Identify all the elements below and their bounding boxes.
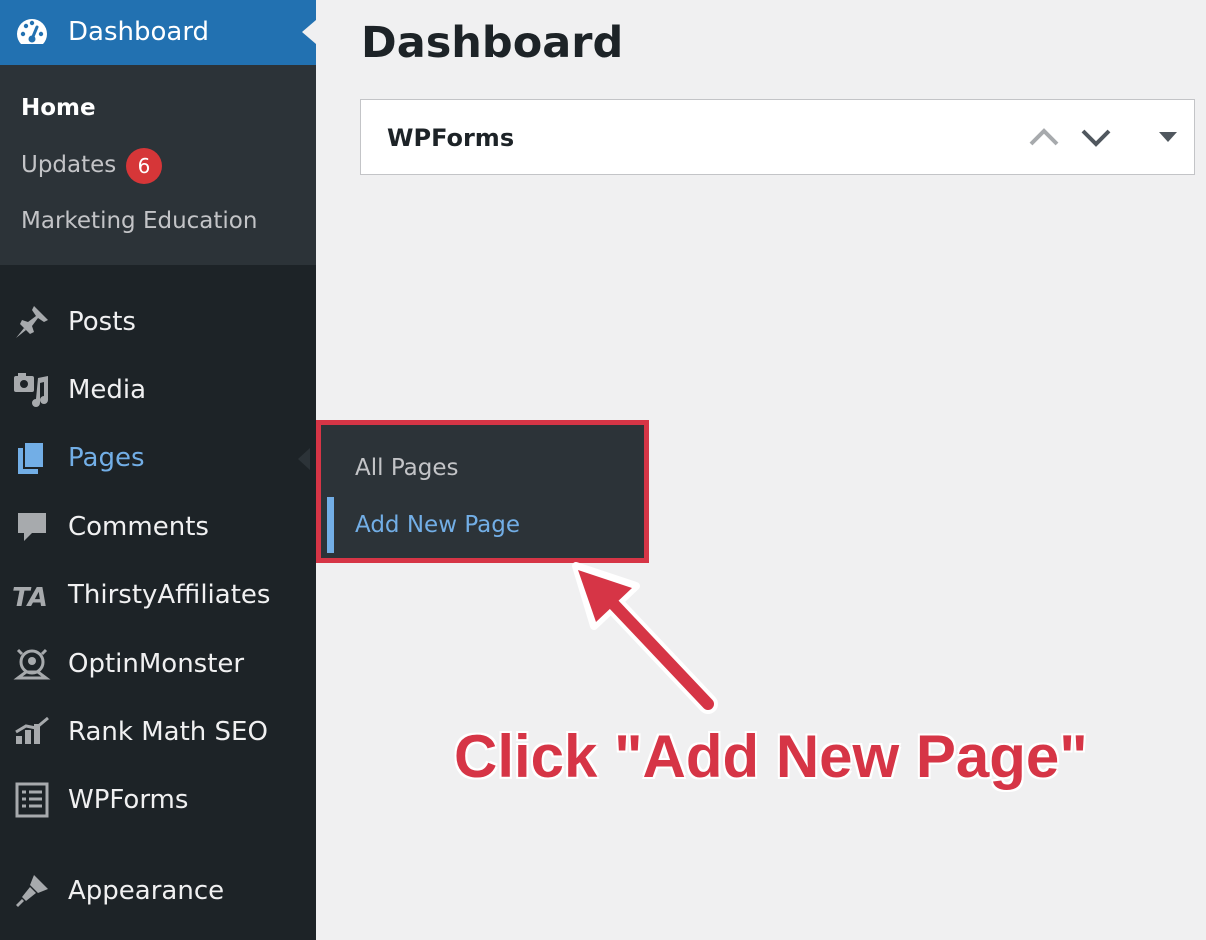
sidebar-item-thirstyaffiliates[interactable]: TA ThirstyAffiliates (0, 567, 316, 623)
sidebar-item-label: Posts (68, 307, 136, 337)
media-icon (14, 373, 48, 407)
sidebar-item-posts[interactable]: Posts (0, 294, 316, 350)
chevron-up-icon[interactable] (1027, 122, 1061, 152)
annotation-arrow-icon (572, 562, 718, 714)
pages-flyout-submenu: All Pages Add New Page (316, 420, 649, 563)
sidebar-item-wpforms[interactable]: WPForms (0, 772, 316, 828)
annotation-instruction-text: Click "Add New Page" (454, 723, 1088, 790)
wpforms-icon (15, 782, 49, 818)
chevron-down-icon[interactable] (1079, 122, 1113, 152)
svg-text:TA: TA (12, 583, 48, 613)
sidebar-item-label: Comments (68, 512, 209, 542)
updates-count-badge: 6 (126, 148, 162, 184)
highlight-bar (327, 497, 334, 553)
sidebar-item-label: Rank Math SEO (68, 717, 268, 747)
sidebar-item-pages[interactable]: Pages (0, 430, 316, 486)
page-title: Dashboard (361, 18, 624, 68)
sidebar-item-appearance[interactable]: Appearance (0, 863, 316, 919)
admin-sidebar: Dashboard Home Updates 6 Marketing Educa… (0, 0, 316, 940)
sidebar-item-optinmonster[interactable]: OptinMonster (0, 636, 316, 692)
flyout-item-all-pages[interactable]: All Pages (355, 453, 459, 483)
submenu-item-marketing-education[interactable]: Marketing Education (21, 206, 257, 236)
wpforms-widget: WPForms (360, 99, 1195, 175)
optinmonster-icon (13, 648, 51, 680)
pin-icon (16, 306, 48, 338)
rank-math-icon (15, 716, 49, 744)
sidebar-item-label: Dashboard (68, 17, 210, 47)
sidebar-item-label: ThirstyAffiliates (68, 580, 271, 610)
widget-title: WPForms (387, 124, 515, 152)
sidebar-item-label: Appearance (68, 876, 225, 906)
pages-icon (18, 441, 45, 474)
sidebar-item-label: OptinMonster (68, 649, 245, 679)
flyout-pointer (298, 448, 310, 470)
sidebar-item-media[interactable]: Media (0, 362, 316, 418)
sidebar-item-dashboard[interactable]: Dashboard (0, 0, 316, 65)
sidebar-item-label: Pages (68, 443, 145, 473)
sidebar-item-label: WPForms (68, 785, 189, 815)
dashboard-gauge-icon (17, 19, 47, 44)
thirstyaffiliates-icon: TA (12, 583, 48, 613)
sidebar-item-rank-math-seo[interactable]: Rank Math SEO (0, 704, 316, 760)
current-indicator-notch (302, 20, 316, 44)
comment-icon (18, 513, 46, 541)
sidebar-item-label: Media (68, 375, 147, 405)
toggle-panel-icon[interactable] (1151, 122, 1185, 152)
paintbrush-icon (16, 875, 48, 907)
sidebar-item-comments[interactable]: Comments (0, 499, 316, 555)
submenu-item-updates[interactable]: Updates (21, 150, 116, 180)
submenu-item-home[interactable]: Home (21, 93, 96, 123)
flyout-item-add-new-page[interactable]: Add New Page (355, 510, 520, 540)
